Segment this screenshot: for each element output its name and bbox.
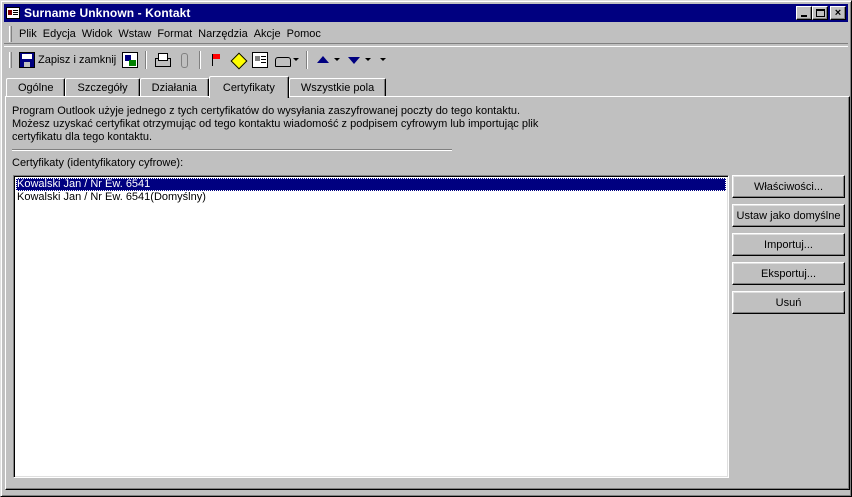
previous-item-button[interactable]: [312, 49, 343, 71]
dial-button[interactable]: [271, 49, 302, 71]
section-divider: [12, 149, 452, 151]
toolbar-options-icon: [380, 58, 387, 61]
certificates-panel: Program Outlook użyje jednego z tych cer…: [5, 96, 850, 490]
flag-icon: [208, 52, 224, 68]
minimize-button[interactable]: [796, 6, 812, 20]
previous-dropdown-icon[interactable]: [334, 58, 341, 61]
toolbar-separator: [306, 50, 309, 69]
tab-certyfikaty[interactable]: Certyfikaty: [208, 76, 289, 98]
tab-dzialania[interactable]: Działania: [139, 78, 209, 97]
toolbar-separator: [145, 50, 148, 69]
close-icon: ×: [834, 7, 842, 19]
new-meeting-button[interactable]: [227, 49, 249, 71]
save-close-button[interactable]: Zapisz i zamknij: [16, 49, 119, 71]
set-default-button[interactable]: Ustaw jako domyślne: [732, 204, 845, 227]
tab-ogolne[interactable]: Ogólne: [6, 78, 66, 97]
dial-icon: [274, 52, 292, 68]
title-bar[interactable]: Surname Unknown - Kontakt ×: [4, 4, 848, 22]
menu-narzedzia[interactable]: Narzędzia: [195, 28, 251, 40]
certificates-list-label: Certyfikaty (identyfikatory cyfrowe):: [12, 157, 184, 169]
menu-plik[interactable]: Plik: [16, 28, 40, 40]
new-meeting-icon: [230, 52, 246, 68]
print-icon: [154, 52, 172, 68]
menu-format[interactable]: Format: [154, 28, 195, 40]
toolbar-options-button[interactable]: [374, 49, 389, 71]
certificate-actions: Właściwości... Ustaw jako domyślne Impor…: [732, 175, 845, 320]
save-close-icon: [19, 51, 35, 68]
certificates-list[interactable]: Kowalski Jan / Nr Ew. 6541 Kowalski Jan …: [13, 175, 729, 478]
next-dropdown-icon[interactable]: [365, 58, 372, 61]
attach-button[interactable]: [173, 49, 195, 71]
next-item-button[interactable]: [343, 49, 374, 71]
tab-wszystkie-pola[interactable]: Wszystkie pola: [288, 78, 387, 97]
menu-wstaw[interactable]: Wstaw: [115, 28, 154, 40]
menu-widok[interactable]: Widok: [79, 28, 116, 40]
flag-button[interactable]: [205, 49, 227, 71]
contact-window: Surname Unknown - Kontakt × Plik Edycja …: [0, 0, 852, 497]
save-as-button[interactable]: [119, 49, 141, 71]
toolbar-separator: [199, 50, 202, 69]
save-close-label: Zapisz i zamknij: [38, 53, 117, 66]
toolbar-grip[interactable]: [9, 51, 12, 68]
window-title: Surname Unknown - Kontakt: [24, 6, 191, 20]
list-item[interactable]: Kowalski Jan / Nr Ew. 6541: [16, 178, 726, 191]
minimize-icon: [801, 15, 807, 17]
print-button[interactable]: [151, 49, 173, 71]
contact-card-icon[interactable]: [6, 7, 20, 19]
info-line: certyfikatu dla tego kontaktu.: [12, 131, 153, 143]
certificates-info: Program Outlook użyje jednego z tych cer…: [12, 105, 552, 144]
dial-dropdown-icon[interactable]: [293, 58, 300, 61]
properties-button[interactable]: Właściwości...: [732, 175, 845, 198]
attach-icon: [176, 52, 192, 68]
remove-button[interactable]: Usuń: [732, 291, 845, 314]
maximize-icon: [816, 9, 825, 17]
close-button[interactable]: ×: [830, 6, 846, 20]
business-card-icon: [252, 51, 269, 68]
export-button[interactable]: Eksportuj...: [732, 262, 845, 285]
menu-edycja[interactable]: Edycja: [40, 28, 79, 40]
maximize-button[interactable]: [812, 6, 828, 20]
import-button[interactable]: Importuj...: [732, 233, 845, 256]
info-line: Program Outlook użyje jednego z tych cer…: [12, 105, 521, 117]
tab-szczegoly[interactable]: Szczegóły: [65, 78, 140, 97]
tab-strip: Ogólne Szczegóły Działania Certyfikaty W…: [4, 75, 848, 98]
info-line: Możesz uzyskać certyfikat otrzymując od …: [12, 118, 539, 130]
next-item-icon: [346, 52, 362, 68]
list-item[interactable]: Kowalski Jan / Nr Ew. 6541(Domyślny): [16, 191, 726, 204]
menu-bar: Plik Edycja Widok Wstaw Format Narzędzia…: [4, 24, 848, 44]
menu-pomoc[interactable]: Pomoc: [284, 28, 324, 40]
menu-akcje[interactable]: Akcje: [251, 28, 284, 40]
menu-grip[interactable]: [9, 25, 12, 42]
window-controls: ×: [796, 6, 846, 20]
save-as-icon: [122, 51, 139, 68]
standard-toolbar: Zapisz i zamknij: [4, 46, 848, 72]
previous-item-icon: [315, 52, 331, 68]
business-card-button[interactable]: [249, 49, 271, 71]
